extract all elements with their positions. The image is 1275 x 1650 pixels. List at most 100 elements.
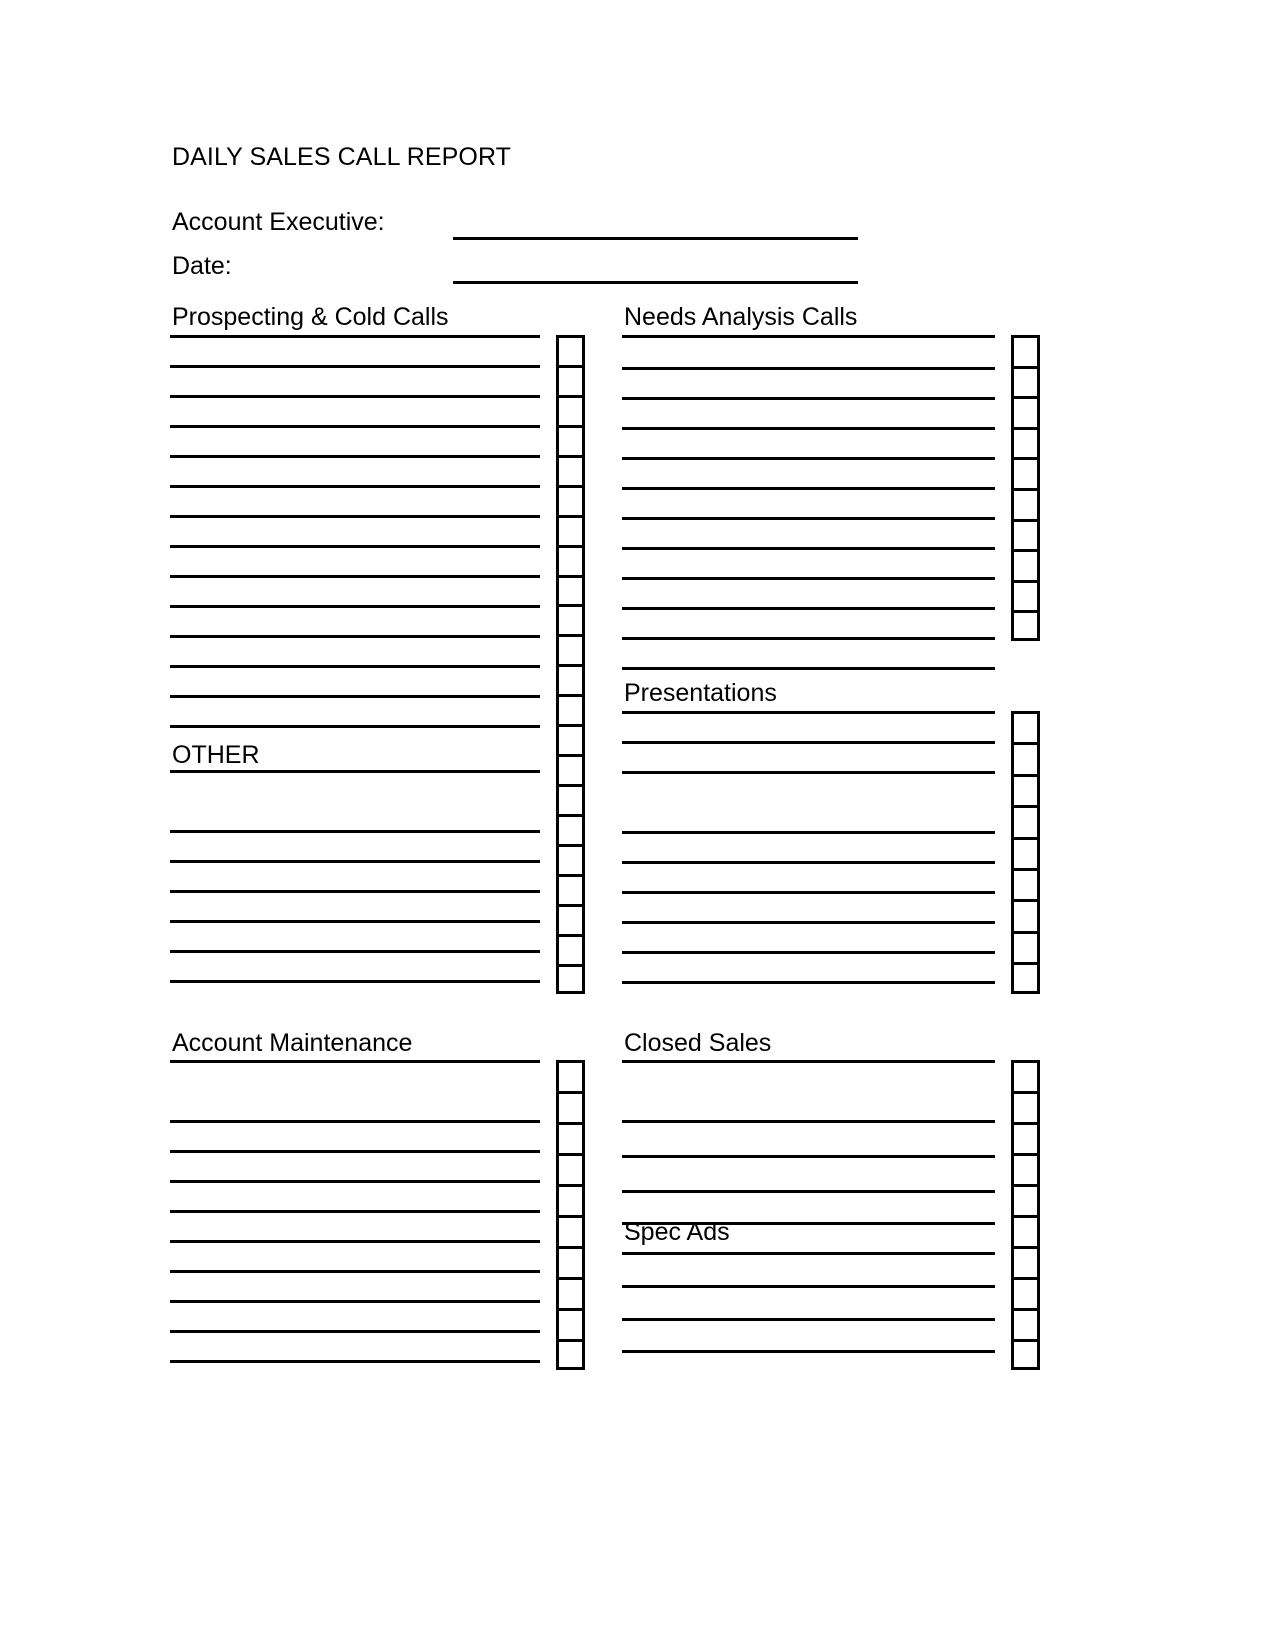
write-line-prospecting-3[interactable] (170, 425, 540, 428)
checkbox-cell[interactable] (1014, 1280, 1037, 1311)
write-line-account-maintenance-3[interactable] (170, 1180, 540, 1183)
checkbox-cell[interactable] (1014, 1218, 1037, 1249)
checkbox-cell[interactable] (1014, 369, 1037, 400)
write-line-presentations-8[interactable] (622, 981, 995, 984)
write-line-prospecting-11[interactable] (170, 665, 540, 668)
write-line-other-6[interactable] (170, 980, 540, 983)
checkbox-cell[interactable] (559, 548, 582, 578)
write-line-account-maintenance-5[interactable] (170, 1240, 540, 1243)
write-line-closed-sales-1[interactable] (622, 1120, 995, 1123)
checkbox-cell[interactable] (559, 607, 582, 638)
checkbox-cell[interactable] (1014, 1249, 1037, 1280)
field-input-date[interactable] (453, 281, 858, 284)
checkbox-cell[interactable] (559, 757, 582, 788)
write-line-needs-analysis-6[interactable] (622, 517, 995, 520)
write-line-presentations-5[interactable] (622, 891, 995, 894)
checkbox-cell[interactable] (1014, 871, 1037, 903)
checkbox-cell[interactable] (559, 1249, 582, 1280)
write-line-needs-analysis-9[interactable] (622, 607, 995, 610)
checkbox-cell[interactable] (559, 1280, 582, 1311)
checkbox-cell[interactable] (559, 697, 582, 728)
checkbox-cell[interactable] (559, 368, 582, 398)
checkbox-cell[interactable] (1014, 552, 1037, 583)
write-line-presentations-1[interactable] (622, 741, 995, 744)
checkbox-cell[interactable] (559, 1218, 582, 1249)
write-line-needs-analysis-4[interactable] (622, 457, 995, 460)
checkbox-cell[interactable] (1014, 430, 1037, 461)
checkbox-cell[interactable] (1014, 613, 1037, 644)
write-line-prospecting-7[interactable] (170, 545, 540, 548)
checkbox-cell[interactable] (1014, 934, 1037, 966)
write-line-prospecting-5[interactable] (170, 485, 540, 488)
checkbox-cell[interactable] (1014, 338, 1037, 369)
checkbox-cell[interactable] (1014, 522, 1037, 553)
checkbox-cell[interactable] (559, 637, 582, 668)
write-line-spec-ads-2[interactable] (622, 1318, 995, 1321)
checkbox-cell[interactable] (1014, 1187, 1037, 1218)
write-line-other-1[interactable] (170, 830, 540, 833)
write-line-prospecting-13[interactable] (170, 725, 540, 728)
checkbox-cell[interactable] (559, 458, 582, 488)
write-line-closed-sales-3[interactable] (622, 1190, 995, 1193)
checkbox-cell[interactable] (1014, 1125, 1037, 1156)
write-line-needs-analysis-10[interactable] (622, 637, 995, 640)
checkbox-cell[interactable] (1014, 965, 1037, 996)
checkbox-cell[interactable] (559, 428, 582, 458)
write-line-needs-analysis-2[interactable] (622, 397, 995, 400)
checkbox-cell[interactable] (559, 1125, 582, 1156)
checkbox-cell[interactable] (1014, 902, 1037, 934)
checkbox-cell[interactable] (1014, 745, 1037, 777)
write-line-needs-analysis-5[interactable] (622, 487, 995, 490)
checkbox-cell[interactable] (559, 847, 582, 877)
checkbox-cell[interactable] (559, 877, 582, 907)
checkbox-cell[interactable] (1014, 1063, 1037, 1094)
checkbox-cell[interactable] (559, 937, 582, 967)
write-line-account-maintenance-1[interactable] (170, 1120, 540, 1123)
checkbox-cell[interactable] (1014, 714, 1037, 746)
checkbox-cell[interactable] (1014, 491, 1037, 522)
checkbox-cell[interactable] (1014, 399, 1037, 430)
checkbox-cell[interactable] (1014, 1094, 1037, 1125)
write-line-other-3[interactable] (170, 890, 540, 893)
write-line-prospecting-8[interactable] (170, 575, 540, 578)
checkbox-cell[interactable] (1014, 1311, 1037, 1342)
checkbox-cell[interactable] (1014, 583, 1037, 614)
write-line-presentations-2[interactable] (622, 771, 995, 774)
checkbox-cell[interactable] (559, 338, 582, 368)
write-line-presentations-6[interactable] (622, 921, 995, 924)
write-line-prospecting-2[interactable] (170, 395, 540, 398)
checkbox-cell[interactable] (559, 727, 582, 758)
checkbox-cell[interactable] (559, 1187, 582, 1218)
write-line-presentations-3[interactable] (622, 831, 995, 834)
write-line-needs-analysis-3[interactable] (622, 427, 995, 430)
checkbox-cell[interactable] (559, 817, 582, 847)
checkbox-cell[interactable] (559, 578, 582, 608)
checkbox-cell[interactable] (559, 1311, 582, 1342)
write-line-needs-analysis-11[interactable] (622, 667, 995, 670)
write-line-account-maintenance-6[interactable] (170, 1270, 540, 1273)
checkbox-cell[interactable] (559, 1094, 582, 1125)
checkbox-cell[interactable] (559, 667, 582, 698)
write-line-needs-analysis-7[interactable] (622, 547, 995, 550)
write-line-other-4[interactable] (170, 920, 540, 923)
field-input-account-executive[interactable] (453, 237, 858, 240)
write-line-spec-ads-1[interactable] (622, 1285, 995, 1288)
write-line-account-maintenance-4[interactable] (170, 1210, 540, 1213)
checkbox-cell[interactable] (559, 787, 582, 817)
write-line-other-2[interactable] (170, 860, 540, 863)
write-line-account-maintenance-8[interactable] (170, 1330, 540, 1333)
write-line-prospecting-6[interactable] (170, 515, 540, 518)
write-line-presentations-7[interactable] (622, 951, 995, 954)
write-line-account-maintenance-9[interactable] (170, 1360, 540, 1363)
checkbox-cell[interactable] (1014, 777, 1037, 809)
write-line-needs-analysis-1[interactable] (622, 367, 995, 370)
write-line-prospecting-9[interactable] (170, 605, 540, 608)
write-line-other-5[interactable] (170, 950, 540, 953)
write-line-prospecting-1[interactable] (170, 365, 540, 368)
write-line-account-maintenance-7[interactable] (170, 1300, 540, 1303)
checkbox-cell[interactable] (559, 488, 582, 518)
checkbox-cell[interactable] (559, 398, 582, 428)
checkbox-cell[interactable] (1014, 1156, 1037, 1187)
checkbox-cell[interactable] (559, 1342, 582, 1373)
write-line-prospecting-12[interactable] (170, 695, 540, 698)
